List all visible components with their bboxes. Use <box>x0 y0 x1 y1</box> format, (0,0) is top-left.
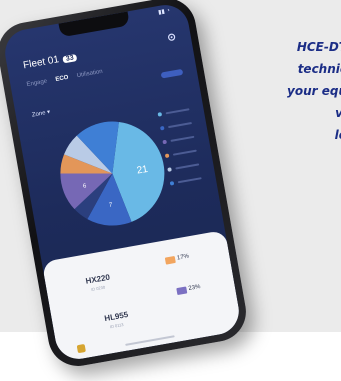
legend-label-placeholder <box>170 135 195 142</box>
fleet-title[interactable]: Fleet 01 33 <box>22 51 78 72</box>
vehicle-percent-chip: 23% <box>174 283 204 297</box>
tab-eco[interactable]: ECO <box>55 75 69 83</box>
legend-label-placeholder <box>175 163 200 170</box>
promo-line: vi <box>235 102 341 124</box>
fleet-name: Fleet 01 <box>22 54 60 72</box>
settings-icon[interactable] <box>166 31 178 43</box>
vehicle-id: ID 0230 <box>90 284 106 292</box>
home-icon[interactable] <box>76 343 86 354</box>
tab-engage[interactable]: Engage <box>26 79 47 89</box>
fleet-count-badge: 33 <box>62 54 78 64</box>
vehicle-id: ID 0113 <box>109 321 124 330</box>
promo-line: lo <box>334 128 341 142</box>
pie-chart: 2176 <box>60 121 165 226</box>
legend-swatch <box>167 167 172 172</box>
zone-label: Zone <box>31 110 47 119</box>
percent-swatch <box>164 255 176 265</box>
zone-selector[interactable]: Zone ▾ <box>31 108 51 119</box>
pie-slice-label: 21 <box>136 164 149 177</box>
percent-value: 23% <box>188 284 201 293</box>
legend-label-placeholder <box>168 121 192 129</box>
promo-line: technic <box>297 62 341 76</box>
legend-swatch <box>169 181 175 186</box>
promo-text: HCE-DT technic your equ vi lo <box>235 36 341 146</box>
legend-swatch <box>164 153 170 159</box>
vehicle-name[interactable]: HX220 <box>85 273 111 286</box>
promo-line: your equ <box>287 84 341 98</box>
chevron-down-icon: ▾ <box>46 109 51 116</box>
legend-swatch <box>157 112 163 117</box>
filter-toggle[interactable] <box>160 68 184 79</box>
tab-utilisation[interactable]: Utilisation <box>76 69 103 79</box>
vehicle-percent-chip: 17% <box>163 252 193 266</box>
vehicle-name[interactable]: HL955 <box>104 310 129 323</box>
promo-line: HCE-DT <box>296 40 341 54</box>
percent-value: 17% <box>176 253 190 262</box>
status-icons: ▮▮ ◔ <box>157 8 171 17</box>
tab-bar: Engage ECO Utilisation <box>26 68 110 89</box>
legend-label-placeholder <box>172 149 197 156</box>
legend-label-placeholder <box>165 108 190 115</box>
legend-label-placeholder <box>177 177 202 184</box>
legend-swatch <box>162 139 168 145</box>
percent-swatch <box>176 286 188 296</box>
legend-swatch <box>159 125 165 131</box>
